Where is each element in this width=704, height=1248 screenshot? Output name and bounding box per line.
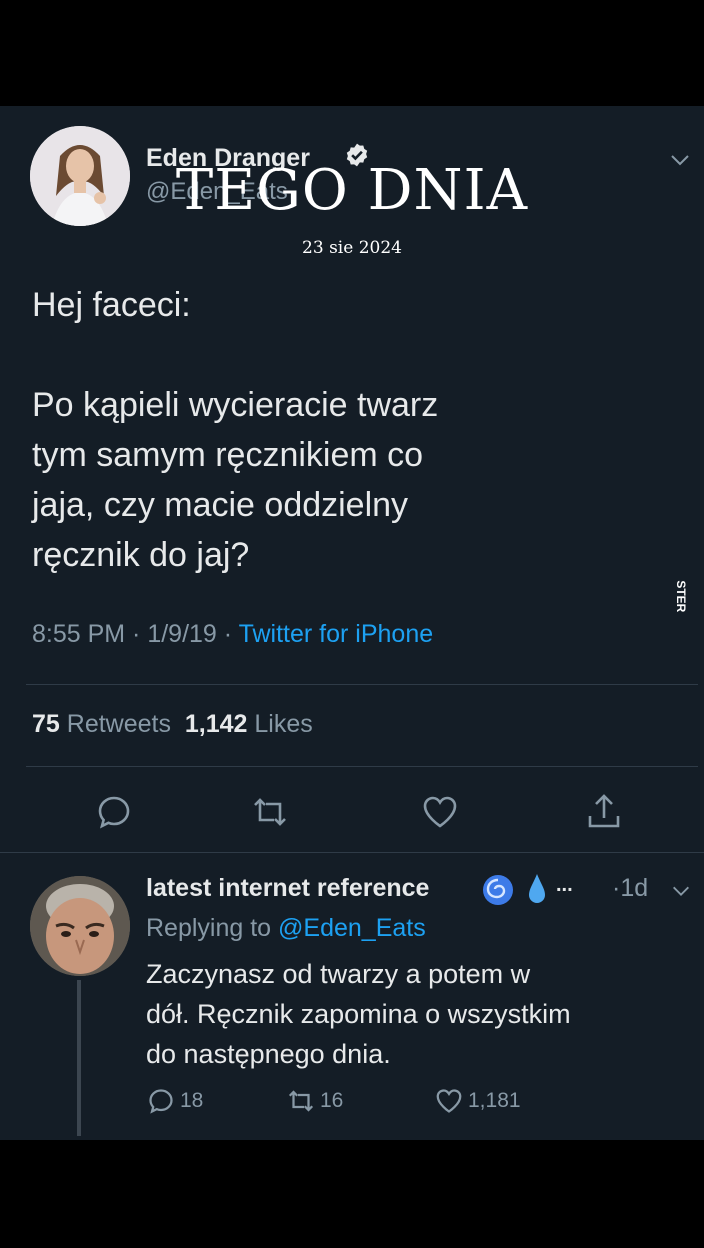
replying-to-label: Replying to: [146, 914, 272, 942]
retweets-count[interactable]: 75: [32, 710, 60, 738]
thread-line: [77, 980, 81, 1136]
share-icon[interactable]: [584, 792, 624, 832]
overlay-date: 23 sie 2024: [302, 238, 402, 258]
reply-replies-count: 18: [180, 1089, 204, 1112]
reply-tweet: latest internet reference ... ·1d Replyi…: [0, 854, 704, 1140]
retweets-label[interactable]: Retweets: [67, 710, 171, 738]
reply-icon: [149, 1089, 173, 1114]
droplet-emoji-icon: [529, 874, 545, 903]
tweet-meta: 8:55 PM · 1/9/19 · Twitter for iPhone: [32, 620, 434, 648]
reply-time: ·1d: [612, 874, 649, 902]
tweet-line: Hej faceci:: [32, 286, 191, 324]
reply-icon[interactable]: [94, 792, 134, 832]
reply-author-avatar[interactable]: [30, 876, 130, 976]
tweet-card: Eden Dranger @Eden_Eats TEGO DNIA 23 sie…: [0, 106, 704, 1140]
reply-line: do następnego dnia.: [146, 1039, 391, 1069]
replying-to-handle[interactable]: @Eden_Eats: [278, 914, 426, 942]
watermark: JOE MONSTER: [676, 580, 688, 613]
cyclone-emoji-icon: [483, 875, 513, 905]
likes-label[interactable]: Likes: [254, 710, 312, 738]
likes-count[interactable]: 1,142: [185, 710, 248, 738]
reply-likes-count: 1,181: [468, 1089, 521, 1112]
divider: [0, 852, 704, 853]
tweet-time: 8:55 PM: [32, 620, 126, 648]
reply-retweets[interactable]: 16: [286, 1086, 343, 1116]
reply-likes[interactable]: 1,181: [434, 1086, 521, 1116]
tweet-line: jaja, czy macie oddzielny: [32, 486, 409, 524]
reply-author-name[interactable]: latest internet reference: [146, 874, 429, 903]
retweet-icon[interactable]: [250, 792, 290, 832]
tweet-stats: 75 Retweets 1,142 Likes: [32, 710, 313, 739]
replying-to: Replying to @Eden_Eats: [146, 914, 426, 943]
tweet-date: 1/9/19: [147, 620, 217, 648]
reply-replies[interactable]: 18: [146, 1086, 203, 1116]
like-icon: [436, 1089, 462, 1113]
name-truncation: ...: [556, 874, 573, 896]
tweet-line: ręcznik do jaj?: [32, 536, 250, 574]
like-icon[interactable]: [420, 792, 460, 832]
reply-text: Zaczynasz od twarzy a potem w dół. Ręczn…: [146, 954, 676, 1074]
retweet-icon: [288, 1090, 314, 1112]
divider: [26, 766, 698, 767]
tweet-line: tym samym ręcznikiem co: [32, 436, 424, 474]
tweet-text: Hej faceci: Po kąpieli wycieracie twarz …: [32, 280, 592, 580]
tweet-source[interactable]: Twitter for iPhone: [239, 620, 434, 648]
watermark-text: JOE MONSTER: [676, 580, 688, 613]
divider: [26, 684, 698, 685]
overlay-title: TEGO DNIA: [175, 158, 529, 223]
tweet-line: Po kąpieli wycieracie twarz: [32, 386, 439, 424]
reply-line: dół. Ręcznik zapomina o wszystkim: [146, 999, 571, 1029]
chevron-down-icon[interactable]: [670, 880, 692, 902]
reply-retweets-count: 16: [320, 1089, 344, 1112]
reply-line: Zaczynasz od twarzy a potem w: [146, 959, 531, 989]
